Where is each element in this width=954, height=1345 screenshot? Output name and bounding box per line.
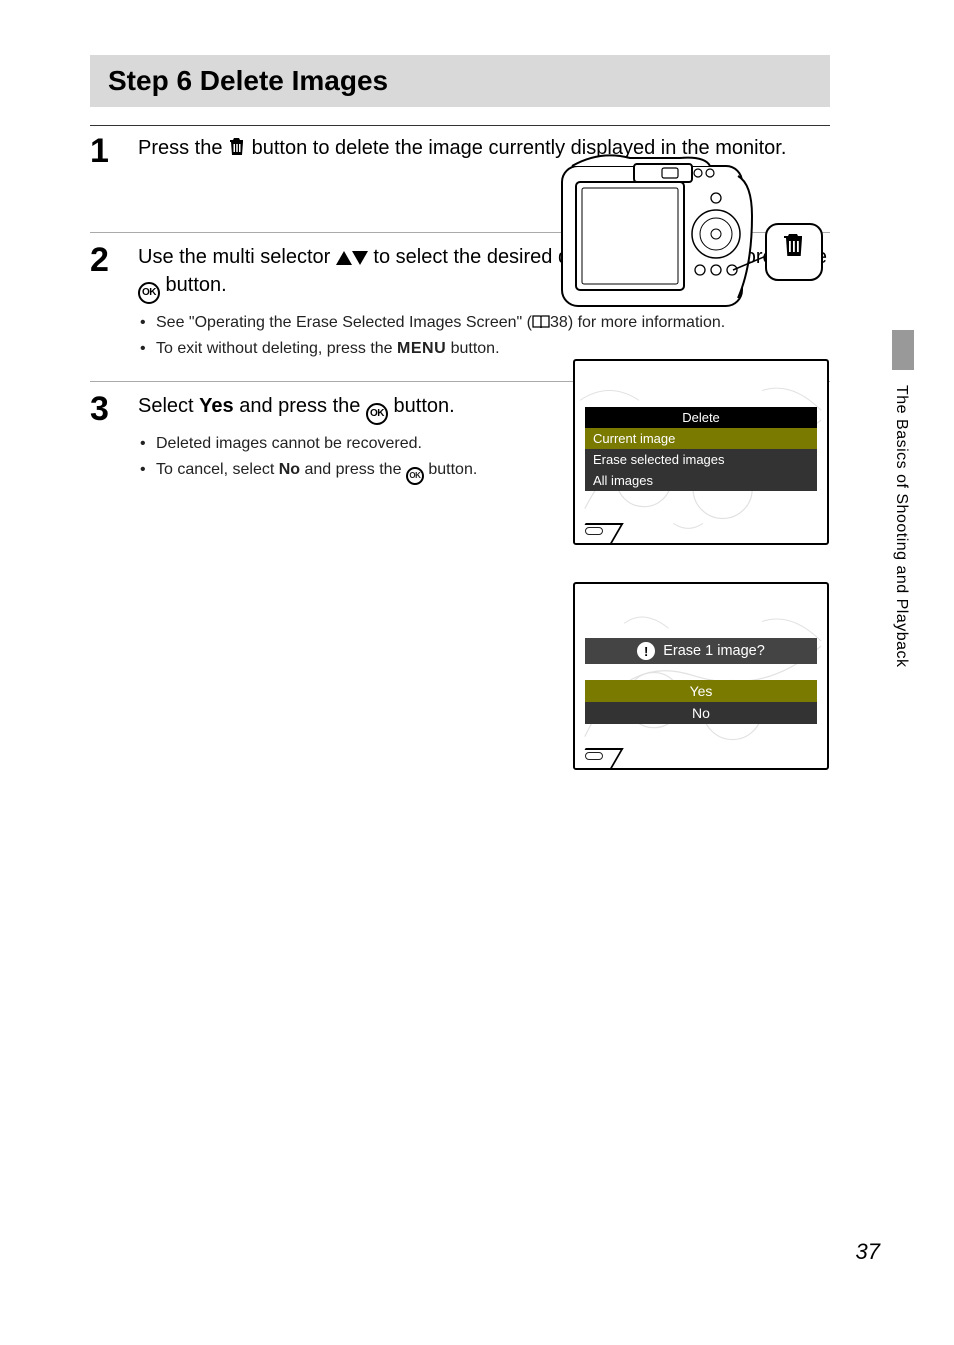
corner-indicator — [585, 752, 603, 760]
section-title: Step 6 Delete Images — [90, 55, 830, 107]
text-bold: No — [279, 461, 300, 478]
text: To cancel, select — [156, 461, 279, 478]
section-label-vertical: The Basics of Shooting and Playback — [892, 385, 910, 668]
text: and press the — [234, 395, 366, 417]
text: button. — [446, 340, 499, 357]
page-number: 37 — [856, 1239, 880, 1265]
thumb-tab — [892, 330, 914, 370]
down-triangle-icon — [352, 251, 368, 265]
camera-illustration — [560, 148, 825, 320]
text: To exit without deleting, press the — [156, 340, 397, 357]
text: Select — [138, 395, 199, 417]
up-triangle-icon — [336, 251, 352, 265]
text: See "Operating the Erase Selected Images… — [156, 314, 532, 331]
text: button. — [424, 461, 477, 478]
text: Press the — [138, 137, 228, 159]
background-sketch — [575, 584, 827, 769]
menu-option: Erase selected images — [585, 449, 817, 470]
dialog-prompt: Erase 1 image? — [585, 638, 817, 664]
step-number: 1 — [90, 134, 124, 168]
bullet: To exit without deleting, press the MENU… — [138, 338, 830, 360]
ok-icon: OK — [138, 282, 160, 304]
menu-title: Delete — [585, 407, 817, 428]
menu-button-label: MENU — [397, 340, 446, 357]
ok-icon: OK — [366, 403, 388, 425]
text: button. — [160, 274, 227, 296]
book-icon — [532, 315, 550, 329]
dialog-option-no: No — [585, 702, 817, 724]
text: Use the multi selector — [138, 246, 336, 268]
ok-icon: OK — [406, 467, 424, 485]
text: and press the — [300, 461, 406, 478]
alert-icon — [637, 642, 655, 660]
step-number: 3 — [90, 392, 124, 426]
corner-indicator — [585, 527, 603, 535]
menu-option-selected: Current image — [585, 428, 817, 449]
menu-option: All images — [585, 470, 817, 491]
divider — [90, 125, 830, 126]
prompt-text: Erase 1 image? — [663, 643, 765, 659]
trash-icon — [228, 136, 246, 156]
confirm-dialog-screenshot: Erase 1 image? Yes No — [573, 582, 829, 770]
delete-menu-screenshot: Delete Current image Erase selected imag… — [573, 359, 829, 545]
step-number: 2 — [90, 243, 124, 277]
dialog-option-yes: Yes — [585, 680, 817, 702]
text: button. — [388, 395, 455, 417]
text-bold: Yes — [199, 395, 233, 417]
